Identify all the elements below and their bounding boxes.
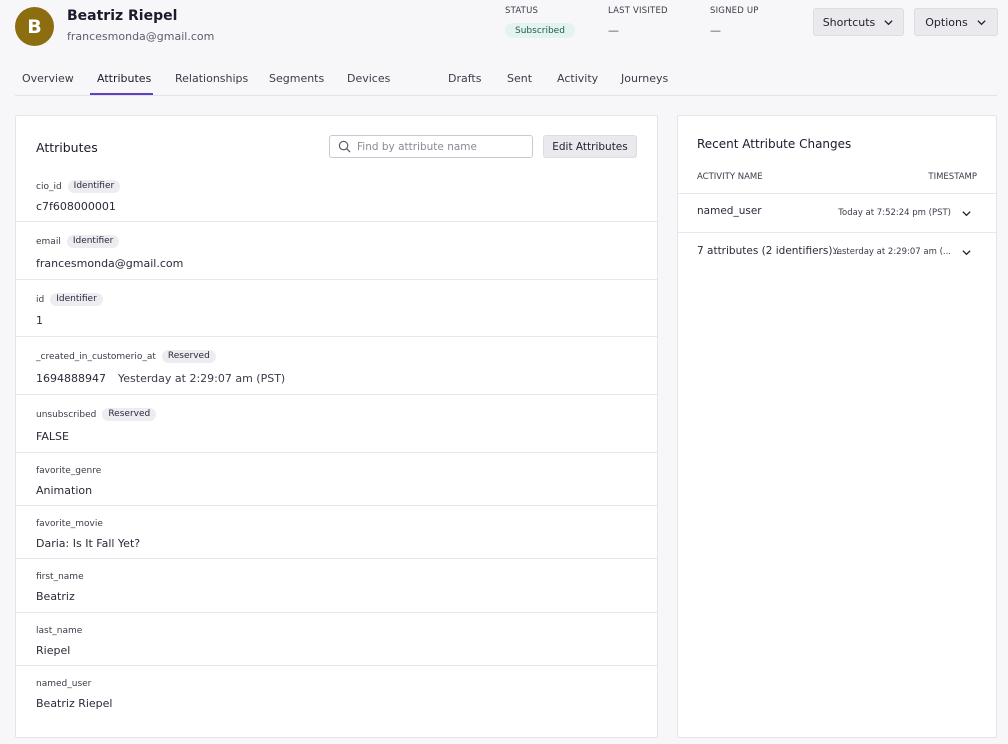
- change-row[interactable]: named_user Today at 7:52:24 pm (PST): [678, 193, 996, 233]
- chevron-down-icon: [977, 19, 986, 25]
- attribute-key-name: cio_id: [36, 181, 62, 192]
- attributes-title: Attributes: [36, 140, 98, 155]
- attribute-row: favorite_movie Daria: Is It Fall Yet?: [16, 506, 657, 559]
- identifier-badge: Identifier: [66, 235, 120, 248]
- attribute-value: Daria: Is It Fall Yet?: [36, 537, 141, 550]
- tab-sent[interactable]: Sent: [507, 72, 532, 85]
- activity-name-header: ACTIVITY NAME: [697, 172, 763, 182]
- attribute-key: favorite_movie: [36, 519, 103, 529]
- attribute-key-name: favorite_genre: [36, 466, 102, 476]
- attribute-value: Animation: [36, 484, 93, 497]
- attribute-row: named_user Beatriz Riepel: [16, 666, 657, 719]
- attribute-key-name: email: [36, 236, 61, 247]
- attribute-row: last_name Riepel: [16, 613, 657, 666]
- attribute-value: 1694888947 Yesterday at 2:29:07 am (PST): [36, 372, 285, 385]
- attribute-value: Beatriz Riepel: [36, 697, 113, 710]
- signed-up-label: SIGNED UP: [710, 6, 759, 16]
- attribute-row: id Identifier 1: [16, 280, 657, 337]
- attribute-row: first_name Beatriz: [16, 559, 657, 613]
- attributes-panel: Attributes Edit Attributes cio_id Identi…: [15, 115, 658, 738]
- attribute-row: cio_id Identifier c7f608000001: [16, 171, 657, 222]
- status-badge: Subscribed: [505, 23, 575, 38]
- avatar: B: [15, 7, 54, 46]
- attribute-value: Beatriz: [36, 590, 75, 603]
- tab-overview[interactable]: Overview: [22, 72, 74, 85]
- attribute-row: favorite_genre Animation: [16, 453, 657, 506]
- attribute-key: id Identifier: [36, 293, 103, 306]
- attribute-search-input[interactable]: [357, 140, 527, 153]
- options-button[interactable]: Options: [914, 8, 998, 36]
- attribute-search[interactable]: [329, 135, 533, 158]
- profile-name: Beatriz Riepel: [67, 8, 178, 24]
- identifier-badge: Identifier: [67, 180, 121, 193]
- shortcuts-button[interactable]: Shortcuts: [813, 8, 904, 36]
- active-tab-indicator: [90, 93, 153, 95]
- tab-devices[interactable]: Devices: [347, 72, 390, 85]
- chevron-down-icon[interactable]: [961, 247, 972, 258]
- profile-tabs: Overview Attributes Relationships Segmen…: [15, 64, 997, 96]
- attribute-key-name: favorite_movie: [36, 519, 103, 529]
- change-activity-name: named_user: [697, 205, 762, 217]
- tab-segments[interactable]: Segments: [269, 72, 324, 85]
- attribute-key-name: last_name: [36, 626, 83, 636]
- attribute-value-text: 1694888947: [36, 372, 106, 385]
- reserved-badge: Reserved: [161, 350, 216, 363]
- tab-relationships[interactable]: Relationships: [175, 72, 248, 85]
- tab-drafts[interactable]: Drafts: [448, 72, 481, 85]
- attribute-key-name: named_user: [36, 679, 92, 689]
- attribute-key-name: unsubscribed: [36, 409, 97, 420]
- status-label: STATUS: [505, 6, 539, 16]
- profile-email: francesmonda@gmail.com: [67, 30, 215, 43]
- attribute-key-name: first_name: [36, 572, 84, 582]
- change-activity-name: 7 attributes (2 identifiers)...: [697, 245, 843, 257]
- attribute-key: email Identifier: [36, 235, 120, 248]
- chevron-down-icon[interactable]: [961, 208, 972, 219]
- attribute-key: favorite_genre: [36, 466, 101, 476]
- attribute-key-name: id: [36, 294, 45, 305]
- chevron-down-icon: [884, 19, 893, 25]
- signed-up-value: —: [710, 24, 721, 37]
- attribute-value: FALSE: [36, 430, 69, 443]
- attribute-row: _created_in_customerio_at Reserved 16948…: [16, 337, 657, 395]
- identifier-badge: Identifier: [50, 293, 103, 306]
- last-visited-value: —: [608, 24, 619, 37]
- profile-header: B Beatriz Riepel francesmonda@gmail.com …: [0, 0, 1008, 56]
- options-button-label: Options: [925, 15, 968, 29]
- tab-journeys[interactable]: Journeys: [621, 72, 668, 85]
- tab-activity[interactable]: Activity: [557, 72, 598, 85]
- reserved-badge: Reserved: [102, 408, 157, 421]
- recent-changes-title: Recent Attribute Changes: [697, 137, 852, 151]
- attribute-key: named_user: [36, 679, 91, 689]
- change-timestamp: Yesterday at 2:29:07 am (...: [832, 247, 951, 257]
- attribute-key: cio_id Identifier: [36, 180, 121, 193]
- attribute-value: francesmonda@gmail.com: [36, 257, 184, 270]
- attribute-value-timestamp: Yesterday at 2:29:07 am (PST): [118, 372, 286, 385]
- attribute-value: Riepel: [36, 644, 71, 657]
- last-visited-label: LAST VISITED: [608, 6, 668, 16]
- tab-attributes[interactable]: Attributes: [97, 72, 151, 85]
- attribute-row: email Identifier francesmonda@gmail.com: [16, 222, 657, 280]
- attribute-value: 1: [36, 314, 43, 327]
- change-row[interactable]: 7 attributes (2 identifiers)... Yesterda…: [678, 232, 996, 272]
- edit-attributes-button[interactable]: Edit Attributes: [543, 135, 637, 158]
- attribute-key: first_name: [36, 572, 84, 582]
- attribute-key-name: _created_in_customerio_at: [36, 351, 156, 362]
- search-icon: [338, 140, 351, 153]
- attribute-key: unsubscribed Reserved: [36, 408, 157, 421]
- timestamp-header: TIMESTAMP: [928, 172, 977, 182]
- recent-changes-panel: Recent Attribute Changes ACTIVITY NAME T…: [677, 115, 997, 738]
- attribute-key: _created_in_customerio_at Reserved: [36, 350, 216, 363]
- attribute-value: c7f608000001: [36, 200, 116, 213]
- attribute-key: last_name: [36, 626, 82, 636]
- shortcuts-button-label: Shortcuts: [822, 15, 876, 29]
- change-timestamp: Today at 7:52:24 pm (PST): [838, 208, 951, 218]
- attribute-row: unsubscribed Reserved FALSE: [16, 395, 657, 453]
